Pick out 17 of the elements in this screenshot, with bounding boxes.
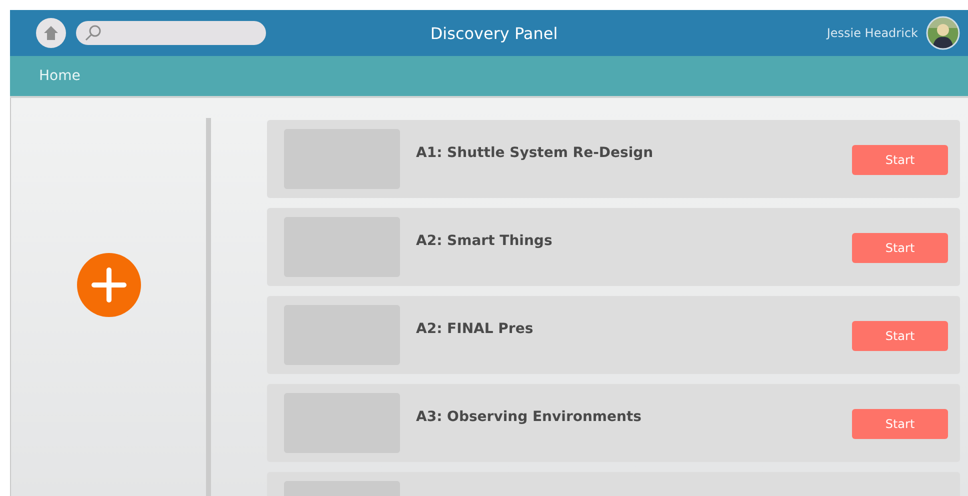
assignment-title: A2: Smart Things xyxy=(416,233,552,249)
assignment-title: A2: FINAL Pres xyxy=(416,321,534,337)
search-field[interactable] xyxy=(76,21,266,45)
breadcrumb-link[interactable]: Home xyxy=(39,68,80,84)
page-title: Discovery Panel xyxy=(430,24,558,42)
add-icon[interactable] xyxy=(76,253,140,317)
user-name: Jessie Headrick xyxy=(826,26,918,40)
assignment-title: A3: Observing Environments xyxy=(416,409,642,425)
avatar[interactable] xyxy=(926,16,960,50)
home-icon xyxy=(43,25,59,41)
search-icon xyxy=(84,24,102,42)
start-button[interactable]: Start xyxy=(852,145,948,175)
start-button[interactable]: Start xyxy=(852,409,948,439)
assignment-title: A1: Shuttle System Re-Design xyxy=(416,145,654,161)
start-button[interactable]: Start xyxy=(852,233,948,263)
home-button[interactable] xyxy=(36,18,66,48)
start-button[interactable]: Start xyxy=(852,321,948,351)
